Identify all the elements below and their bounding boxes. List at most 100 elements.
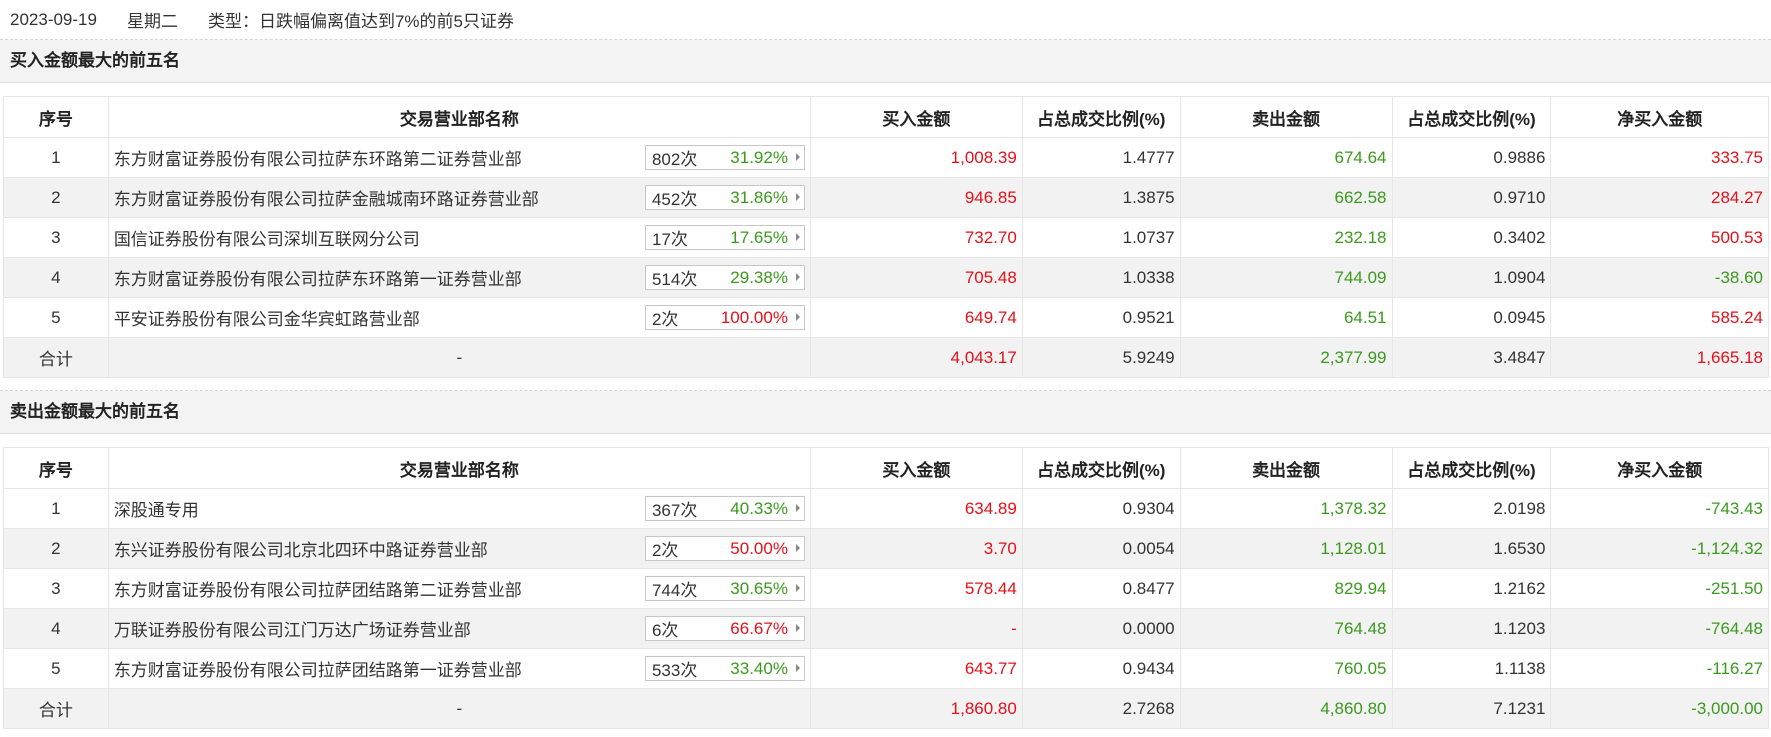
total-sell-amount: 2,377.99 (1179, 337, 1393, 378)
row-index: 5 (3, 648, 109, 689)
info-bar: 2023-09-19 星期二 类型：日跌幅偏离值达到7%的前5只证券 (0, 0, 1771, 40)
sell-section-title: 卖出金额最大的前五名 (0, 391, 1771, 434)
total-row: 合计 -4,043.17 5.9249 2,377.99 3.4847 1,665.18 (3, 337, 1769, 378)
chevron-right-icon (795, 313, 800, 321)
total-net-buy: 1,665.18 (1550, 337, 1769, 378)
branch-name[interactable]: 东方财富证券股份有限公司拉萨东环路第二证券营业部 (114, 145, 522, 170)
sell-ratio: 1.2162 (1391, 568, 1552, 609)
chevron-right-icon (795, 153, 800, 161)
branch-stats-button[interactable]: 533次 33.40% (644, 656, 805, 681)
total-name: - (107, 337, 811, 378)
branch-success-rate: 31.92% (730, 147, 788, 167)
row-index: 1 (3, 488, 109, 529)
branch-name-wrap: 东方财富证券股份有限公司拉萨东环路第一证券营业部 514次 29.38% (114, 265, 810, 290)
trade-weekday: 星期二 (126, 12, 178, 31)
branch-success-rate: 17.65% (730, 227, 788, 247)
buy-amount: - (809, 608, 1023, 649)
branch-name-cell: 深股通专用 367次 40.33% (107, 488, 811, 529)
table-row: 3 东方财富证券股份有限公司拉萨团结路第二证券营业部 744次 30.65% 578.4… (3, 568, 1769, 609)
branch-success-rate: 33.40% (730, 658, 788, 678)
net-buy-amount: 585.24 (1550, 297, 1769, 338)
table-row: 3 国信证券股份有限公司深圳互联网分公司 17次 17.65% 732.70 1.0737… (3, 217, 1769, 258)
branch-name[interactable]: 平安证券股份有限公司金华宾虹路营业部 (114, 305, 420, 330)
branch-name[interactable]: 东兴证券股份有限公司北京北四环中路证券营业部 (114, 536, 488, 561)
net-buy-amount: -1,124.32 (1550, 528, 1769, 569)
branch-name-cell: 东方财富证券股份有限公司拉萨东环路第二证券营业部 802次 31.92% (107, 137, 811, 178)
branch-name-wrap: 东兴证券股份有限公司北京北四环中路证券营业部 2次 50.00% (114, 536, 810, 561)
branch-name[interactable]: 东方财富证券股份有限公司拉萨团结路第二证券营业部 (114, 576, 522, 601)
net-buy-amount: -764.48 (1550, 608, 1769, 649)
branch-stats-button[interactable]: 514次 29.38% (644, 265, 805, 290)
row-index: 2 (3, 177, 109, 218)
buy-ratio: 0.0000 (1021, 608, 1181, 649)
branch-stats-button[interactable]: 2次 100.00% (644, 305, 805, 330)
col-sell-ratio: 占总成交比例(%) (1391, 96, 1552, 138)
branch-success-rate: 66.67% (730, 618, 788, 638)
buy-amount: 578.44 (809, 568, 1023, 609)
branch-success-rate: 30.65% (730, 578, 788, 598)
sell-top5-table: 序号 交易营业部名称 买入金额 占总成交比例(%) 卖出金额 占总成交比例(%)… (3, 447, 1769, 729)
col-buy-ratio: 占总成交比例(%) (1021, 447, 1181, 489)
net-buy-amount: -116.27 (1550, 648, 1769, 689)
col-index: 序号 (3, 447, 109, 489)
col-buy-amount: 买入金额 (809, 447, 1023, 489)
total-net-buy: -3,000.00 (1550, 688, 1769, 729)
table-header-row: 序号 交易营业部名称 买入金额 占总成交比例(%) 卖出金额 占总成交比例(%)… (3, 447, 1769, 489)
net-buy-amount: 500.53 (1550, 217, 1769, 258)
sell-amount: 674.64 (1179, 137, 1393, 178)
table-row: 2 东兴证券股份有限公司北京北四环中路证券营业部 2次 50.00% 3.70 0.005… (3, 528, 1769, 569)
buy-section-title: 买入金额最大的前五名 (0, 40, 1771, 83)
buy-ratio: 0.9521 (1021, 297, 1181, 338)
total-sell-amount: 4,860.80 (1179, 688, 1393, 729)
branch-name-wrap: 深股通专用 367次 40.33% (114, 496, 810, 521)
branch-stats-button[interactable]: 367次 40.33% (644, 496, 805, 521)
branch-name[interactable]: 东方财富证券股份有限公司拉萨东环路第一证券营业部 (114, 265, 522, 290)
branch-name[interactable]: 东方财富证券股份有限公司拉萨金融城南环路证券营业部 (114, 185, 539, 210)
buy-amount: 705.48 (809, 257, 1023, 298)
branch-stats-button[interactable]: 6次 66.67% (644, 616, 805, 641)
row-index: 3 (3, 568, 109, 609)
branch-name-wrap: 东方财富证券股份有限公司拉萨金融城南环路证券营业部 452次 31.86% (114, 185, 810, 210)
sell-ratio: 1.6530 (1391, 528, 1552, 569)
branch-name-wrap: 国信证券股份有限公司深圳互联网分公司 17次 17.65% (114, 225, 810, 250)
branch-listing-count: 802次 (651, 150, 698, 169)
branch-name-cell: 国信证券股份有限公司深圳互联网分公司 17次 17.65% (107, 217, 811, 258)
buy-ratio: 0.8477 (1021, 568, 1181, 609)
branch-listing-count: 744次 (651, 581, 698, 600)
branch-name-cell: 东方财富证券股份有限公司拉萨东环路第一证券营业部 514次 29.38% (107, 257, 811, 298)
branch-stats-button[interactable]: 2次 50.00% (644, 536, 805, 561)
table-row: 1 东方财富证券股份有限公司拉萨东环路第二证券营业部 802次 31.92% 1,008… (3, 137, 1769, 178)
branch-name[interactable]: 东方财富证券股份有限公司拉萨团结路第一证券营业部 (114, 656, 522, 681)
buy-ratio: 1.0338 (1021, 257, 1181, 298)
sell-ratio: 2.0198 (1391, 488, 1552, 529)
branch-name[interactable]: 国信证券股份有限公司深圳互联网分公司 (114, 225, 420, 250)
branch-stats-button[interactable]: 452次 31.86% (644, 185, 805, 210)
branch-name[interactable]: 深股通专用 (114, 496, 199, 521)
chevron-right-icon (795, 193, 800, 201)
branch-stats-button[interactable]: 744次 30.65% (644, 576, 805, 601)
table-row: 4 万联证券股份有限公司江门万达广场证券营业部 6次 66.67% -0.0000 764… (3, 608, 1769, 649)
buy-ratio: 1.3875 (1021, 177, 1181, 218)
buy-ratio: 0.9304 (1021, 488, 1181, 529)
chevron-right-icon (795, 624, 800, 632)
sell-amount: 232.18 (1179, 217, 1393, 258)
buy-ratio: 0.0054 (1021, 528, 1181, 569)
sell-ratio: 0.9886 (1391, 137, 1552, 178)
row-index: 5 (3, 297, 109, 338)
buy-amount: 634.89 (809, 488, 1023, 529)
branch-name-cell: 平安证券股份有限公司金华宾虹路营业部 2次 100.00% (107, 297, 811, 338)
buy-amount: 946.85 (809, 177, 1023, 218)
branch-stats-button[interactable]: 17次 17.65% (644, 225, 805, 250)
buy-amount: 3.70 (809, 528, 1023, 569)
branch-listing-count: 367次 (651, 501, 698, 520)
branch-listing-count: 2次 (651, 310, 679, 329)
col-index: 序号 (3, 96, 109, 138)
sell-amount: 64.51 (1179, 297, 1393, 338)
col-net-buy: 净买入金额 (1550, 96, 1769, 138)
branch-name[interactable]: 万联证券股份有限公司江门万达广场证券营业部 (114, 616, 471, 641)
branch-stats-button[interactable]: 802次 31.92% (644, 145, 805, 170)
list-type: 类型：日跌幅偏离值达到7%的前5只证券 (207, 12, 514, 31)
branch-listing-count: 514次 (651, 270, 698, 289)
total-sell-ratio: 3.4847 (1391, 337, 1552, 378)
total-sell-ratio: 7.1231 (1391, 688, 1552, 729)
